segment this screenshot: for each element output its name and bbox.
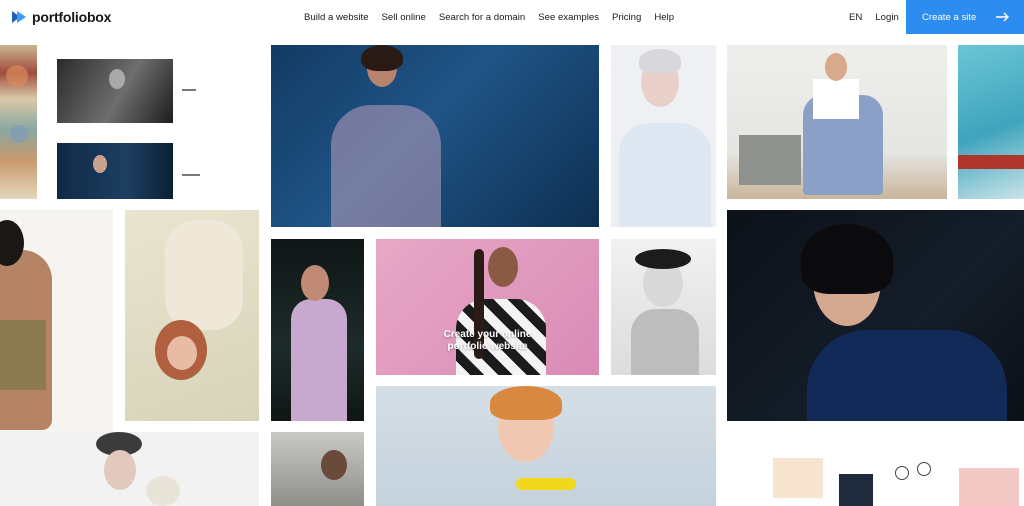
- gallery-image-upside-down-portrait[interactable]: [125, 210, 259, 421]
- create-site-label: Create a site: [922, 11, 977, 23]
- brand-logo[interactable]: portfoliobox: [11, 7, 111, 27]
- login-link[interactable]: Login: [875, 12, 898, 23]
- nav-pricing[interactable]: Pricing: [612, 12, 641, 23]
- gallery-image-headscarf-dog[interactable]: [0, 432, 259, 506]
- gallery-image-vintage-car[interactable]: [958, 45, 1024, 199]
- main-navigation: Build a website Sell online Search for a…: [304, 0, 674, 34]
- gallery-image-hat-portrait-bw[interactable]: [611, 239, 716, 375]
- gallery-image-gold-chains-model[interactable]: [0, 210, 113, 456]
- nav-see-examples[interactable]: See examples: [538, 12, 599, 23]
- nav-help[interactable]: Help: [654, 12, 674, 23]
- arrow-right-icon: [996, 12, 1009, 22]
- preview-caption: [182, 89, 196, 91]
- gallery-image-white-coat-portrait[interactable]: [611, 45, 716, 227]
- gallery-image-hero-pink-braids[interactable]: [376, 239, 599, 375]
- gallery-image-singer-microphone[interactable]: [271, 239, 364, 421]
- create-site-button[interactable]: Create a site: [906, 0, 1024, 34]
- gallery-image-blue-portrait[interactable]: [57, 143, 173, 199]
- hero-headline-line-2: portfolio website: [447, 341, 528, 352]
- gallery-image-woman-phone-blue-wall[interactable]: [271, 45, 599, 227]
- gallery-image-seated-woman[interactable]: [727, 45, 947, 199]
- gallery-image-bw-portrait[interactable]: [57, 59, 173, 123]
- brand-name: portfoliobox: [32, 9, 112, 25]
- hero-headline: Create your online portfolio website: [376, 329, 599, 353]
- gallery-image-photographer[interactable]: [271, 432, 364, 506]
- language-selector[interactable]: EN: [849, 12, 862, 23]
- gallery-image-dark-portrait[interactable]: [727, 210, 1024, 421]
- gallery-image-red-hair-portrait[interactable]: [376, 386, 716, 506]
- nav-search-domain[interactable]: Search for a domain: [439, 12, 525, 23]
- gallery-image-ornate-painting[interactable]: [0, 45, 37, 199]
- nav-sell-online[interactable]: Sell online: [382, 12, 426, 23]
- nav-build-website[interactable]: Build a website: [304, 12, 369, 23]
- top-navigation-bar: portfoliobox Build a website Sell online…: [0, 0, 1024, 34]
- account-links: EN Login: [849, 0, 899, 34]
- hero-headline-line-1: Create your online: [443, 329, 532, 340]
- portfoliobox-logo-icon: [12, 11, 26, 23]
- preview-caption: [182, 174, 200, 176]
- portfolio-examples-gallery: Create your online portfolio website: [0, 34, 1024, 506]
- gallery-image-illustration-site[interactable]: [727, 432, 1024, 506]
